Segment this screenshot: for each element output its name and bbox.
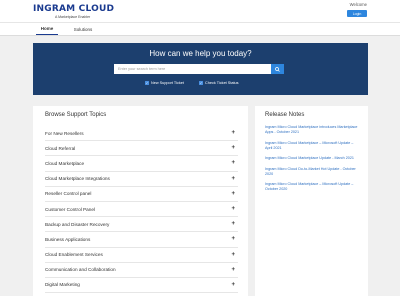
plus-icon[interactable]: + [231, 236, 235, 242]
new-ticket-label: New Support Ticket [151, 81, 184, 85]
search-button[interactable] [271, 64, 284, 74]
topic-item[interactable]: Communication and Collaboration + [45, 263, 238, 278]
topic-item[interactable]: For New Resellers + [45, 126, 238, 142]
plus-icon[interactable]: + [231, 130, 235, 136]
support-topic-list: For New Resellers + Cloud Referral + Cloud… [45, 126, 238, 294]
welcome-text: Welcome [349, 2, 367, 7]
plus-icon[interactable]: + [231, 252, 235, 258]
release-notes-panel: Release Notes Ingram Micro Cloud Marketp… [255, 106, 368, 296]
topic-item[interactable]: Cloud Enablement Services + [45, 248, 238, 263]
release-note-link[interactable]: Ingram Micro Cloud Marketplace Update - … [265, 156, 361, 161]
topic-item[interactable]: Backup and Disaster Recovery + [45, 217, 238, 233]
checkbox-checked-icon: ✓ [145, 81, 149, 85]
support-topics-panel: Browse Support Topics For New Resellers +… [33, 106, 248, 296]
topic-item[interactable]: Cloud Marketplace + [45, 156, 238, 172]
support-topics-title: Browse Support Topics [45, 112, 107, 118]
topic-item[interactable]: Cloud Referral + [45, 141, 238, 157]
logo-cloud-text: CLOUD [78, 4, 115, 14]
ingram-cloud-logo[interactable]: INGRAM CLOUD A Marketplace Enabler [33, 5, 114, 21]
help-search-banner: How can we help you today? Enter your se… [33, 43, 368, 95]
topic-item[interactable]: Business Applications + [45, 232, 238, 248]
plus-icon[interactable]: + [231, 160, 235, 166]
plus-icon[interactable]: + [231, 145, 235, 151]
plus-icon[interactable]: + [231, 206, 235, 212]
check-status-label: Check Ticket Status [205, 81, 239, 85]
hero-title: How can we help you today? [149, 49, 252, 58]
plus-icon[interactable]: + [231, 282, 235, 288]
plus-icon[interactable]: + [231, 191, 235, 197]
plus-icon[interactable]: + [231, 221, 235, 227]
main-nav: Home Solutions [0, 22, 400, 36]
logo-tagline: A Marketplace Enabler [55, 15, 91, 19]
logo-text: INGRAM [33, 4, 76, 14]
login-button[interactable]: Login [347, 10, 367, 17]
plus-icon[interactable]: + [231, 176, 235, 182]
release-notes-title: Release Notes [265, 112, 305, 118]
new-ticket-checkbox[interactable]: ✓ New Support Ticket [145, 81, 184, 85]
release-note-link[interactable]: Ingram Micro Cloud Marketplace – Microso… [265, 182, 361, 192]
topic-item[interactable]: Customer Control Panel + [45, 202, 238, 218]
top-header: INGRAM CLOUD A Marketplace Enabler Welco… [0, 0, 400, 22]
nav-home[interactable]: Home [36, 23, 58, 35]
nav-solutions[interactable]: Solutions [72, 23, 94, 35]
release-note-link[interactable]: Ingram Micro Cloud Marketplace introduce… [265, 125, 361, 135]
search-input[interactable]: Enter your search term here [114, 64, 271, 74]
check-status-checkbox[interactable]: ✓ Check Ticket Status [199, 81, 239, 85]
search-icon [275, 66, 280, 72]
topic-item[interactable]: Digital Marketing + [45, 278, 238, 294]
topic-item[interactable]: Reseller Control panel + [45, 187, 238, 202]
checkbox-checked-icon: ✓ [199, 81, 203, 85]
release-note-link[interactable]: Ingram Micro Cloud Do-to-Market Hot Upda… [265, 167, 361, 177]
plus-icon[interactable]: + [231, 267, 235, 273]
topic-item[interactable]: Cloud Marketplace Integrations + [45, 172, 238, 187]
release-note-link[interactable]: Ingram Micro Cloud Marketplace – Microso… [265, 141, 361, 151]
release-notes-list: Ingram Micro Cloud Marketplace introduce… [265, 125, 361, 198]
